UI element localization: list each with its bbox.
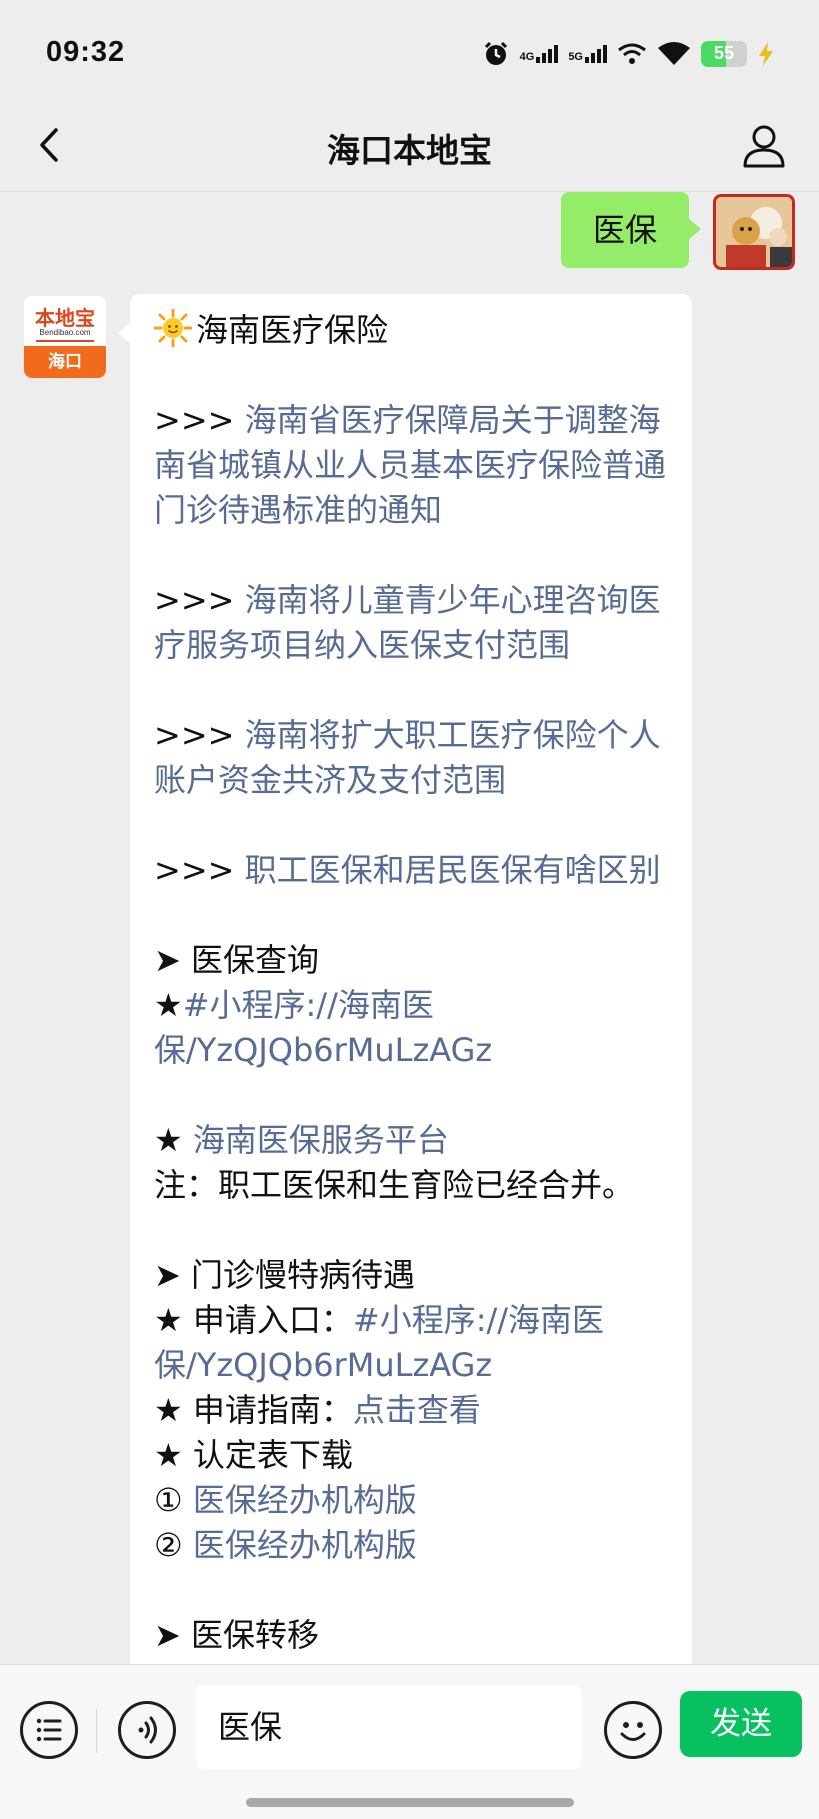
status-bar: 09:32 4G 5G 55	[0, 0, 819, 100]
service-platform-link[interactable]: 海南医保服务平台	[193, 1121, 449, 1159]
news-arrow: >>>	[154, 401, 245, 439]
nav-bar: 海口本地宝	[0, 100, 819, 192]
bot-avatar[interactable]: 本地宝 Bendibao.com 海口	[24, 296, 106, 378]
home-indicator[interactable]	[246, 1798, 574, 1807]
menu-list-icon[interactable]	[20, 1701, 78, 1759]
bot-avatar-brand: 本地宝	[35, 306, 95, 330]
news-arrow: >>>	[154, 716, 245, 754]
message-title: 海南医疗保险	[196, 311, 389, 349]
query-mini-program-line: ★#小程序://海南医保/YzQJQb6rMuLzAGz	[154, 983, 668, 1073]
bot-avatar-city: 海口	[24, 346, 106, 378]
emoji-glyph	[620, 1722, 646, 1741]
user-avatar-image	[716, 197, 792, 267]
wifi-icon	[618, 43, 646, 64]
news-item-2: >>> 海南将儿童青少年心理咨询医疗服务项目纳入医保支付范围	[154, 578, 668, 668]
guide-label: ★ 申请指南：	[154, 1391, 353, 1429]
sun-emoji-icon	[154, 309, 192, 347]
bot-avatar-divider	[36, 340, 94, 342]
chat-area[interactable]: 医保 本地宝 Bendibao.com 海口 海南医疗保险 >>> 海南省医疗保…	[0, 192, 819, 1664]
battery-level: 55	[713, 43, 735, 63]
news-arrow: >>>	[154, 851, 245, 889]
alarm-icon	[484, 41, 507, 65]
section-query: ➤ 医保查询	[154, 941, 319, 979]
section-outpatient: ➤ 门诊慢特病待遇	[154, 1256, 415, 1294]
network-4g-label: 4G	[519, 51, 535, 63]
user-avatar[interactable]	[713, 194, 795, 270]
news-item-4: >>> 职工医保和居民医保有啥区别	[154, 848, 668, 893]
news-link-4[interactable]: 职工医保和居民医保有啥区别	[245, 851, 661, 889]
battery-indicator: 55	[701, 41, 747, 67]
page-title: 海口本地宝	[327, 131, 492, 170]
emoji-icon[interactable]	[604, 1701, 662, 1759]
download-label: ★ 认定表下载	[154, 1436, 353, 1474]
user-message-bubble[interactable]: 医保	[560, 192, 702, 268]
merge-note: 注：职工医保和生育险已经合并。	[154, 1166, 635, 1204]
form-line-1: ① 医保经办机构版	[154, 1478, 668, 1523]
input-bar: 医保 发送	[0, 1664, 819, 1819]
news-item-1: >>> 海南省医疗保障局关于调整海南省城镇从业人员基本医疗保险普通门诊待遇标准的…	[154, 398, 668, 533]
menu-list-glyph	[36, 1718, 62, 1742]
message-input[interactable]: 医保	[196, 1685, 582, 1769]
bot-message-bubble: 海南医疗保险 >>> 海南省医疗保障局关于调整海南省城镇从业人员基本医疗保险普通…	[118, 294, 692, 1664]
guide-link[interactable]: 点击查看	[353, 1391, 481, 1429]
query-mini-program-link[interactable]: #小程序://海南医保/YzQJQb6rMuLzAGz	[154, 986, 492, 1069]
network-5g-signal: 5G	[568, 45, 607, 63]
input-divider	[96, 1709, 97, 1753]
news-item-3: >>> 海南将扩大职工医疗保险个人账户资金共济及支付范围	[154, 713, 668, 803]
form-link-1[interactable]: 医保经办机构版	[193, 1481, 417, 1519]
charging-icon	[759, 42, 773, 66]
service-platform-line: ★ 海南医保服务平台	[154, 1118, 668, 1163]
star-bullet: ★	[154, 1121, 193, 1159]
form-link-2[interactable]: 医保经办机构版	[193, 1526, 417, 1564]
star-bullet: ★	[154, 986, 183, 1024]
status-time: 09:32	[46, 36, 126, 68]
news-arrow: >>>	[154, 581, 245, 619]
apply-entry-label: ★ 申请入口：	[154, 1301, 353, 1339]
status-icons: 4G 5G 55	[482, 38, 775, 70]
network-4g-signal: 4G	[520, 45, 559, 63]
bot-avatar-domain: Bendibao.com	[39, 328, 91, 337]
network-5g-label: 5G	[568, 51, 583, 63]
apply-entry-line: ★ 申请入口：#小程序://海南医保/YzQJQb6rMuLzAGz	[154, 1298, 668, 1388]
send-button[interactable]: 发送	[680, 1691, 802, 1757]
wifi-icon-secondary	[658, 42, 690, 65]
circle-number-2: ②	[154, 1526, 193, 1564]
guide-line: ★ 申请指南：点击查看	[154, 1388, 668, 1433]
voice-icon[interactable]	[118, 1701, 176, 1759]
voice-glyph	[138, 1716, 157, 1744]
person-icon[interactable]	[739, 120, 789, 170]
circle-number-1: ①	[154, 1481, 193, 1519]
form-line-2: ② 医保经办机构版	[154, 1523, 668, 1568]
message-title-line: 海南医疗保险	[154, 308, 668, 353]
section-transfer: ➤ 医保转移	[154, 1616, 319, 1654]
